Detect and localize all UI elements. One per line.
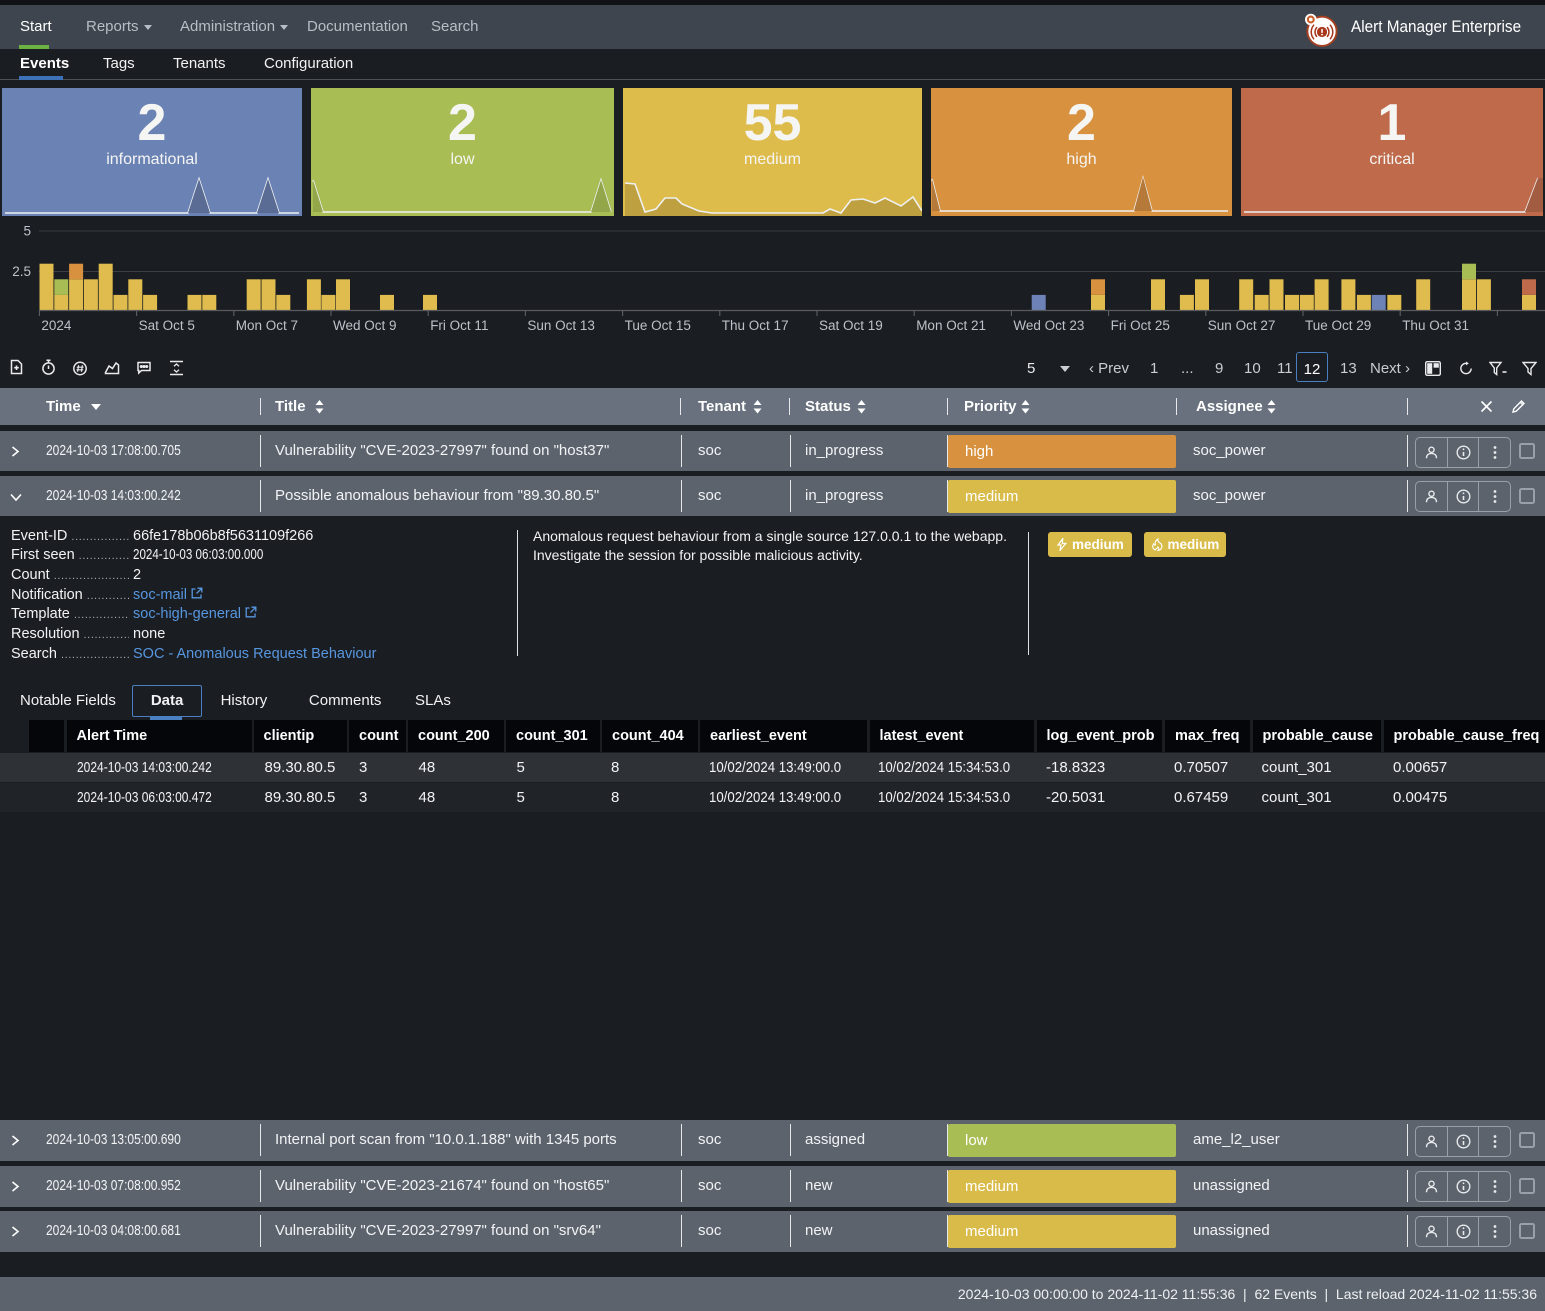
- svg-text:Sat Oct 5: Sat Oct 5: [139, 318, 195, 333]
- svg-text:Mon Oct 21: Mon Oct 21: [916, 318, 986, 333]
- svg-text:Tue Oct 15: Tue Oct 15: [625, 318, 691, 333]
- svg-text:2024: 2024: [41, 318, 72, 333]
- svg-text:Thu Oct 31: Thu Oct 31: [1402, 318, 1469, 333]
- svg-text:Sat Oct 19: Sat Oct 19: [819, 318, 883, 333]
- svg-text:Wed Oct 9: Wed Oct 9: [333, 318, 397, 333]
- svg-text:Tue Oct 29: Tue Oct 29: [1305, 318, 1371, 333]
- svg-text:Thu Oct 17: Thu Oct 17: [722, 318, 789, 333]
- svg-text:Mon Oct 7: Mon Oct 7: [236, 318, 298, 333]
- svg-text:5: 5: [23, 224, 31, 239]
- svg-text:2.5: 2.5: [12, 264, 31, 279]
- svg-text:Fri Oct 25: Fri Oct 25: [1111, 318, 1170, 333]
- svg-text:Sun Oct 27: Sun Oct 27: [1208, 318, 1276, 333]
- svg-text:Fri Oct 11: Fri Oct 11: [430, 318, 488, 333]
- svg-text:Sun Oct 13: Sun Oct 13: [527, 318, 595, 333]
- svg-text:Wed Oct 23: Wed Oct 23: [1013, 318, 1084, 333]
